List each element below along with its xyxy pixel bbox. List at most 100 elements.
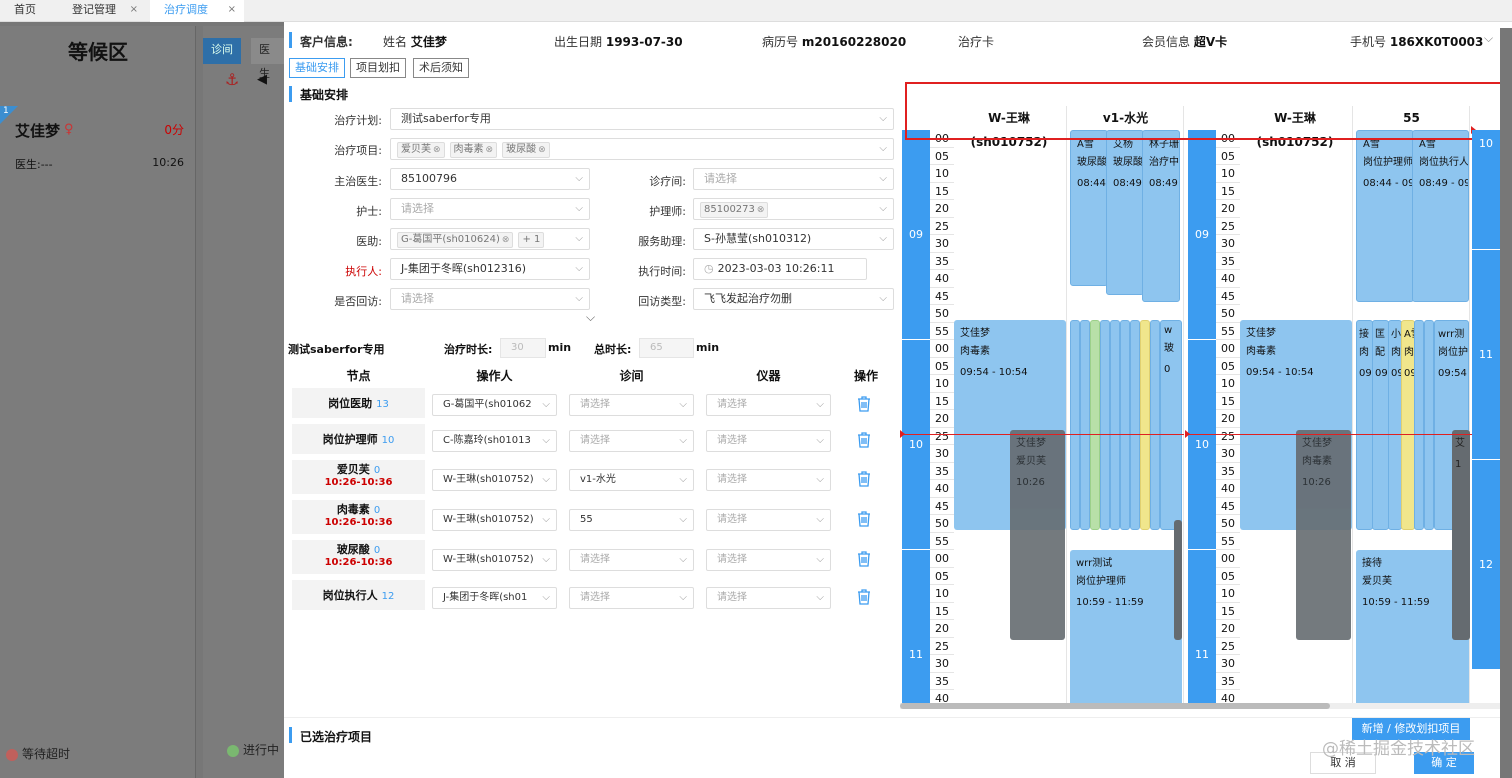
chevron-down-icon[interactable]: ⌵ — [1484, 31, 1493, 46]
executor-select[interactable]: J-集团于冬晖(sh012316) ⌵ — [390, 258, 590, 280]
close-icon[interactable]: ⊗ — [433, 145, 441, 155]
operator-select[interactable]: W-王琳(sh010752) ⌵ — [432, 549, 557, 571]
trash-icon[interactable] — [857, 589, 873, 605]
device-select[interactable]: 请选择 ⌵ — [706, 430, 831, 452]
device-select[interactable]: 请选择 ⌵ — [706, 549, 831, 571]
waiting-patient-card[interactable]: 1 艾佳梦 ♀ 0分 医生:--- 10:26 — [0, 106, 194, 171]
close-icon[interactable]: × — [130, 0, 138, 20]
anchor-icon[interactable]: ⚓ — [225, 70, 239, 89]
tab-basic-arrangement[interactable]: 基础安排 — [289, 58, 345, 78]
appointment-card[interactable] — [1140, 320, 1150, 530]
appointment-card[interactable] — [1100, 320, 1110, 530]
operator-select[interactable]: C-陈嘉玲(sh01013 ⌵ — [432, 430, 557, 452]
appointment-card-in-progress[interactable]: 艾佳梦 爱贝芙 10:26 — [1010, 430, 1065, 640]
minute-label: 15 — [930, 393, 954, 410]
current-time-marker-icon — [900, 430, 905, 438]
close-icon[interactable]: ⊗ — [486, 145, 494, 155]
appointment-card-in-progress[interactable]: 艾佳梦 肉毒素 10:26 — [1296, 430, 1351, 640]
appointment-card[interactable]: wrr测试 岗位护理师 10:59 - 11:59 — [1070, 550, 1182, 704]
service-select[interactable]: S-孙慧莹(sh010312) ⌵ — [693, 228, 894, 250]
revisit-type-select[interactable]: 飞飞发起治疗勿删 ⌵ — [693, 288, 894, 310]
appointment-card[interactable]: 林子珊 治疗中 08:49 — [1142, 130, 1180, 302]
customer-name: 姓名 艾佳梦 — [383, 35, 447, 49]
operator-select[interactable]: G-葛国平(sh01062 ⌵ — [432, 394, 557, 416]
device-select[interactable]: 请选择 ⌵ — [706, 469, 831, 491]
tab-post-op-notice[interactable]: 术后须知 — [413, 58, 469, 78]
revisit-type-label: 回访类型: — [638, 295, 686, 308]
minute-label: 50 — [930, 305, 954, 323]
trash-icon[interactable] — [857, 511, 873, 527]
trash-icon[interactable] — [857, 396, 873, 412]
appointment-card-in-progress[interactable]: 艾1 — [1452, 430, 1470, 640]
minute-label: 00 — [930, 340, 954, 358]
chevron-down-icon: ⌵ — [879, 293, 887, 304]
plan-select[interactable]: 测试saberfor专用 ⌵ — [390, 108, 894, 130]
doctor-select[interactable]: 85100796 ⌵ — [390, 168, 590, 190]
operator-select[interactable]: W-王琳(sh010752) ⌵ — [432, 469, 557, 491]
appointment-card[interactable]: 接肉 09 — [1356, 320, 1373, 530]
close-icon[interactable]: × — [228, 0, 236, 20]
room-select[interactable]: v1-水光 ⌵ — [569, 469, 694, 491]
appointment-card[interactable] — [1070, 320, 1080, 530]
close-icon[interactable]: ⊗ — [538, 145, 546, 155]
minute-label: 20 — [1216, 410, 1240, 428]
appointment-card[interactable] — [1414, 320, 1424, 530]
room-select[interactable]: 请选择 ⌵ — [569, 430, 694, 452]
trash-icon[interactable] — [857, 432, 873, 448]
tab-doctor[interactable]: 医生 — [251, 38, 284, 80]
tab-treatment-dispatch[interactable]: 治疗调度 × — [150, 0, 244, 22]
appointment-card[interactable]: A雪 岗位执行人 08:49 - 09 — [1412, 130, 1469, 302]
appointment-card[interactable] — [1424, 320, 1434, 530]
item-tag: 爱贝芙 ⊗ — [397, 142, 445, 158]
room-select[interactable]: 55 ⌵ — [569, 509, 694, 531]
minute-label: 05 — [1216, 358, 1240, 375]
appointment-card-in-progress[interactable] — [1174, 520, 1182, 640]
exec-time-picker[interactable]: ◷ 2023-03-03 10:26:11 — [693, 258, 867, 280]
duration-input[interactable]: 30 — [500, 338, 546, 358]
room-select[interactable]: 请选择 ⌵ — [569, 549, 694, 571]
items-select[interactable]: 爱贝芙 ⊗ 肉毒素 ⊗ 玻尿酸 ⊗ ⌵ — [390, 138, 894, 160]
room-panel: 诊间 医生 ⚓ ◀ 进行中 — [203, 26, 284, 778]
total-input[interactable]: 65 — [639, 338, 694, 358]
appointment-card[interactable]: A雪肉09 — [1401, 320, 1415, 530]
tab-home[interactable]: 首页 — [0, 0, 56, 22]
device-select[interactable]: 请选择 ⌵ — [706, 394, 831, 416]
revisit-select[interactable]: 请选择 ⌵ — [390, 288, 590, 310]
chevron-down-icon: ⌵ — [575, 173, 583, 184]
operator-select[interactable]: W-王琳(sh010752) ⌵ — [432, 509, 557, 531]
appointment-card[interactable] — [1150, 320, 1160, 530]
appointment-card[interactable]: A雪 玻尿酸 08:44 — [1070, 130, 1108, 286]
appointment-card[interactable] — [1110, 320, 1120, 530]
tab-item-deduction[interactable]: 项目划扣 — [350, 58, 406, 78]
assistant-select[interactable]: G-葛国平(sh010624) ⊗ + 1 ⌵ — [390, 228, 590, 250]
trash-icon[interactable] — [857, 551, 873, 567]
chevron-down-icon: ⌵ — [879, 203, 887, 214]
tab-room[interactable]: 诊间 — [203, 38, 241, 64]
device-select[interactable]: 请选择 ⌵ — [706, 587, 831, 609]
col-action: 操作 — [853, 369, 878, 383]
appointment-card[interactable]: 匡配 09 — [1372, 320, 1389, 530]
room-select[interactable]: 请选择 ⌵ — [569, 394, 694, 416]
appointment-card[interactable]: w玻0 — [1160, 320, 1182, 530]
tab-registration[interactable]: 登记管理 × — [58, 0, 146, 22]
appointment-card[interactable] — [1080, 320, 1090, 530]
horizontal-scrollbar[interactable] — [900, 703, 1512, 709]
arrow-left-icon[interactable]: ◀ — [257, 72, 267, 87]
trash-icon[interactable] — [857, 471, 873, 487]
appointment-card[interactable] — [1120, 320, 1130, 530]
appointment-card[interactable]: A雪 岗位护理师 08:44 - 09 — [1356, 130, 1414, 302]
appointment-card[interactable]: 小肉09 — [1388, 320, 1402, 530]
operator-select[interactable]: J-集团于冬晖(sh01 ⌵ — [432, 587, 557, 609]
caregiver-select[interactable]: 85100273 ⊗ ⌵ — [693, 198, 894, 220]
legend-in-progress: 进行中 — [227, 741, 279, 758]
expand-chevron-icon[interactable]: ⌵ — [586, 310, 595, 325]
device-select[interactable]: 请选择 ⌵ — [706, 509, 831, 531]
appointment-card[interactable] — [1130, 320, 1140, 530]
close-icon[interactable]: ⊗ — [502, 235, 510, 245]
close-icon[interactable]: ⊗ — [757, 205, 765, 215]
appointment-card[interactable] — [1090, 320, 1100, 530]
nurse-select[interactable]: 请选择 ⌵ — [390, 198, 590, 220]
room-select[interactable]: 请选择 ⌵ — [693, 168, 894, 190]
appointment-card[interactable]: 艾杨 玻尿酸 08:49 — [1106, 130, 1144, 295]
room-select[interactable]: 请选择 ⌵ — [569, 587, 694, 609]
